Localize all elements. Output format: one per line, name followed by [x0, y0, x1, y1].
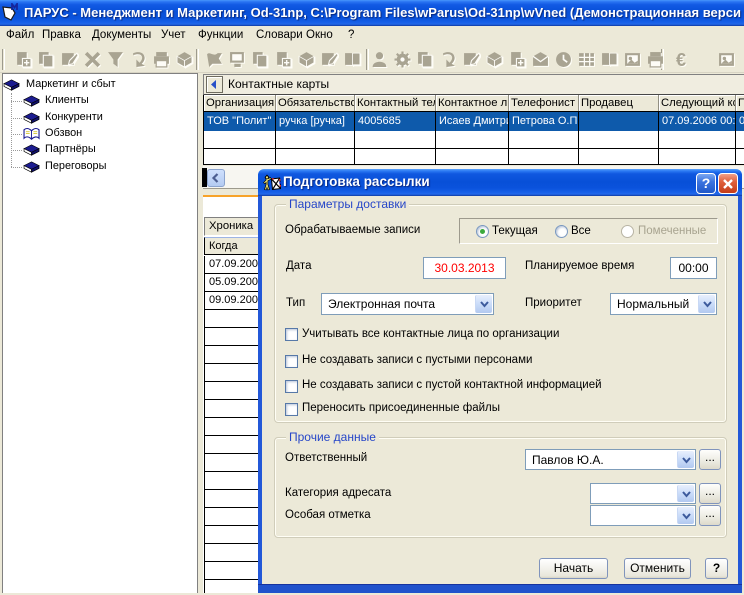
svg-text:€: € [676, 51, 686, 68]
